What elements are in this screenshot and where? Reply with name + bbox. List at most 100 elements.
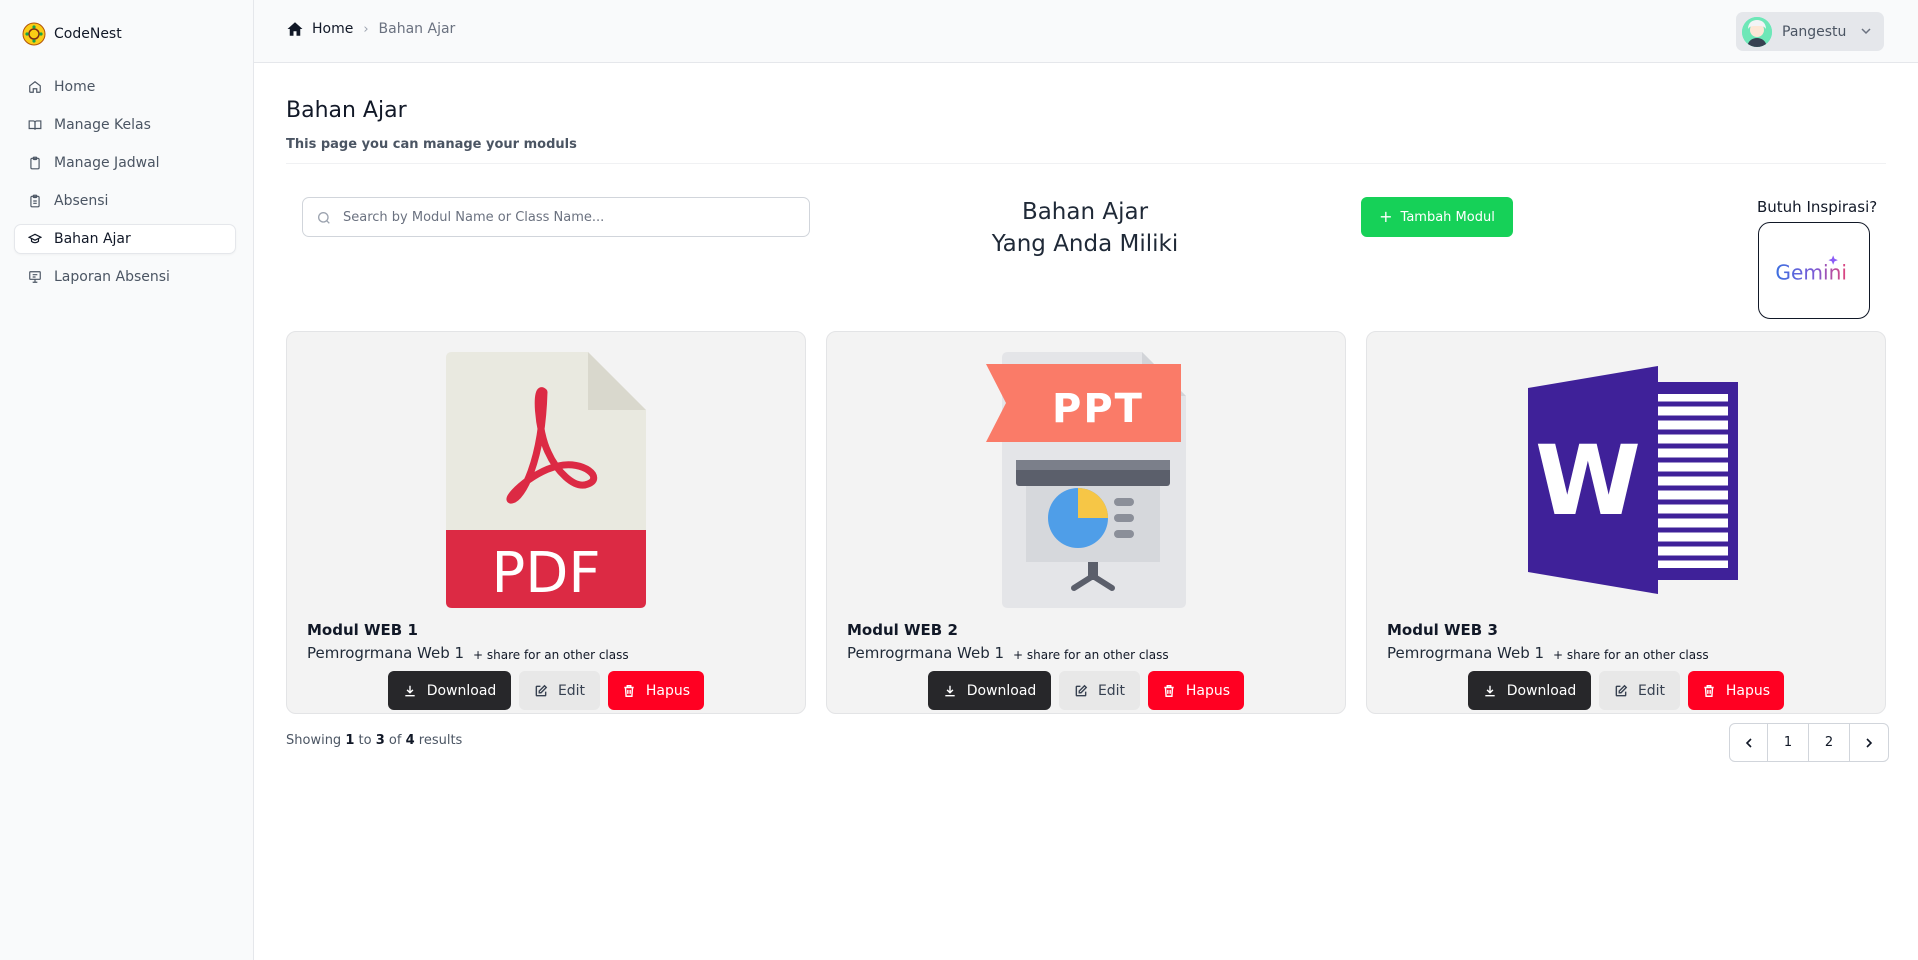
edit-label: Edit: [1637, 682, 1666, 699]
brand[interactable]: CodeNest: [22, 22, 122, 46]
home-icon: [29, 81, 41, 93]
edit-button[interactable]: Edit: [1059, 671, 1140, 710]
topbar: Home › Bahan Ajar Pangestu: [254, 0, 1918, 63]
page-2-button[interactable]: 2: [1809, 724, 1850, 761]
delete-button[interactable]: Hapus: [608, 671, 704, 710]
results-suffix: results: [418, 733, 463, 748]
trash-icon: [1704, 684, 1714, 697]
download-icon: [1485, 685, 1495, 696]
gemini-button[interactable]: Gemini: [1758, 222, 1870, 319]
module-card: W Modul WEB 3 Pemrogrmana Web 1 + share …: [1366, 331, 1886, 714]
module-title: Modul WEB 1: [307, 621, 418, 639]
divider: [286, 163, 1886, 164]
chevron-down-icon: [1861, 28, 1871, 35]
clipboard-icon: [30, 156, 40, 170]
sidebar-item-label: Home: [54, 79, 96, 95]
download-label: Download: [966, 682, 1037, 699]
section-heading: Bahan Ajar Yang Anda Miliki: [960, 196, 1210, 260]
module-card: PPT Modul WEB 2 Pemrogrmana Web 1 + shar…: [826, 331, 1346, 714]
delete-button[interactable]: Hapus: [1688, 671, 1784, 710]
svg-text:W: W: [1535, 425, 1641, 537]
results-to-word: to: [358, 733, 372, 748]
download-button[interactable]: Download: [388, 671, 511, 710]
pagination: 1 2: [1729, 723, 1889, 762]
results-summary: Showing 1 to 3 of 4 results: [286, 733, 462, 748]
home-icon: [287, 22, 303, 36]
edit-button[interactable]: Edit: [519, 671, 600, 710]
sidebar-item-absensi[interactable]: Absensi: [14, 186, 236, 216]
module-class: Pemrogrmana Web 1: [307, 644, 465, 662]
module-class: Pemrogrmana Web 1: [847, 644, 1005, 662]
sidebar-item-manage-jadwal[interactable]: Manage Jadwal: [14, 148, 236, 178]
sidebar-nav: Home Manage Kelas Manage Jadwal Absensi …: [14, 72, 236, 300]
trash-icon: [1164, 684, 1174, 697]
share-link[interactable]: + share for an other class: [1013, 648, 1169, 662]
sidebar-item-label: Laporan Absensi: [54, 269, 170, 285]
edit-label: Edit: [1097, 682, 1126, 699]
next-page-button[interactable]: [1850, 724, 1888, 761]
download-icon: [945, 685, 955, 696]
sidebar-item-label: Absensi: [54, 193, 109, 209]
download-label: Download: [426, 682, 497, 699]
search-box: [302, 197, 810, 237]
brand-name: CodeNest: [54, 26, 122, 42]
share-link[interactable]: + share for an other class: [473, 648, 629, 662]
results-total: 4: [405, 733, 415, 748]
add-module-label: Tambah Modul: [1400, 209, 1495, 225]
presentation-board-icon: [29, 271, 41, 283]
download-button[interactable]: Download: [1468, 671, 1591, 710]
sidebar-item-home[interactable]: Home: [14, 72, 236, 102]
breadcrumb-home[interactable]: Home: [286, 20, 353, 38]
ppt-file-icon: PPT: [986, 352, 1186, 608]
module-card: PDF Modul WEB 1 Pemrogrmana Web 1 + shar…: [286, 331, 806, 714]
chevron-right-icon: [1866, 737, 1873, 748]
gemini-logo-icon: Gemini: [1775, 254, 1847, 284]
sidebar-item-label: Manage Jadwal: [54, 155, 160, 171]
download-icon: [405, 685, 415, 696]
codenest-logo-icon: [22, 22, 46, 46]
breadcrumb: Home › Bahan Ajar: [286, 20, 455, 38]
download-button[interactable]: Download: [928, 671, 1051, 710]
inspiration-label: Butuh Inspirasi?: [1757, 198, 1878, 216]
results-to: 3: [375, 733, 385, 748]
sidebar-item-bahan-ajar[interactable]: Bahan Ajar: [14, 224, 236, 254]
card-actions: Download Edit Hapus: [928, 671, 1244, 710]
edit-icon: [1615, 684, 1628, 696]
search-input[interactable]: [343, 198, 803, 236]
results-of-word: of: [388, 733, 402, 748]
book-open-icon: [28, 120, 42, 130]
results-from: 1: [345, 733, 355, 748]
sidebar-item-label: Manage Kelas: [54, 117, 151, 133]
breadcrumb-current: Bahan Ajar: [378, 21, 456, 37]
delete-button[interactable]: Hapus: [1148, 671, 1244, 710]
section-heading-line-2: Yang Anda Miliki: [991, 231, 1179, 257]
results-prefix: Showing: [286, 733, 342, 748]
sidebar-item-manage-kelas[interactable]: Manage Kelas: [14, 110, 236, 140]
graduation-cap-icon: [28, 233, 42, 244]
delete-label: Hapus: [645, 682, 691, 699]
sidebar-item-laporan-absensi[interactable]: Laporan Absensi: [14, 262, 236, 292]
chevron-left-icon: [1745, 737, 1752, 748]
add-module-button[interactable]: + Tambah Modul: [1361, 197, 1513, 237]
plus-icon: +: [1379, 207, 1393, 226]
edit-icon: [535, 684, 548, 696]
prev-page-button[interactable]: [1730, 724, 1768, 761]
search-icon: [318, 212, 330, 224]
edit-button[interactable]: Edit: [1599, 671, 1680, 710]
clipboard-list-icon: [30, 194, 40, 208]
user-name: Pangestu: [1782, 23, 1847, 40]
user-menu[interactable]: Pangestu: [1736, 12, 1884, 51]
card-actions: Download Edit Hapus: [1468, 671, 1784, 710]
page-subtitle: This page you can manage your moduls: [286, 137, 577, 152]
svg-text:PDF: PDF: [491, 541, 600, 606]
download-label: Download: [1506, 682, 1577, 699]
edit-label: Edit: [557, 682, 586, 699]
delete-label: Hapus: [1185, 682, 1231, 699]
module-class: Pemrogrmana Web 1: [1387, 644, 1545, 662]
trash-icon: [624, 684, 634, 697]
sidebar: CodeNest Home Manage Kelas Manage Jadwal…: [0, 0, 254, 960]
chevron-right-icon: ›: [363, 21, 369, 37]
page-1-button[interactable]: 1: [1768, 724, 1809, 761]
module-title: Modul WEB 3: [1387, 621, 1498, 639]
share-link[interactable]: + share for an other class: [1553, 648, 1709, 662]
